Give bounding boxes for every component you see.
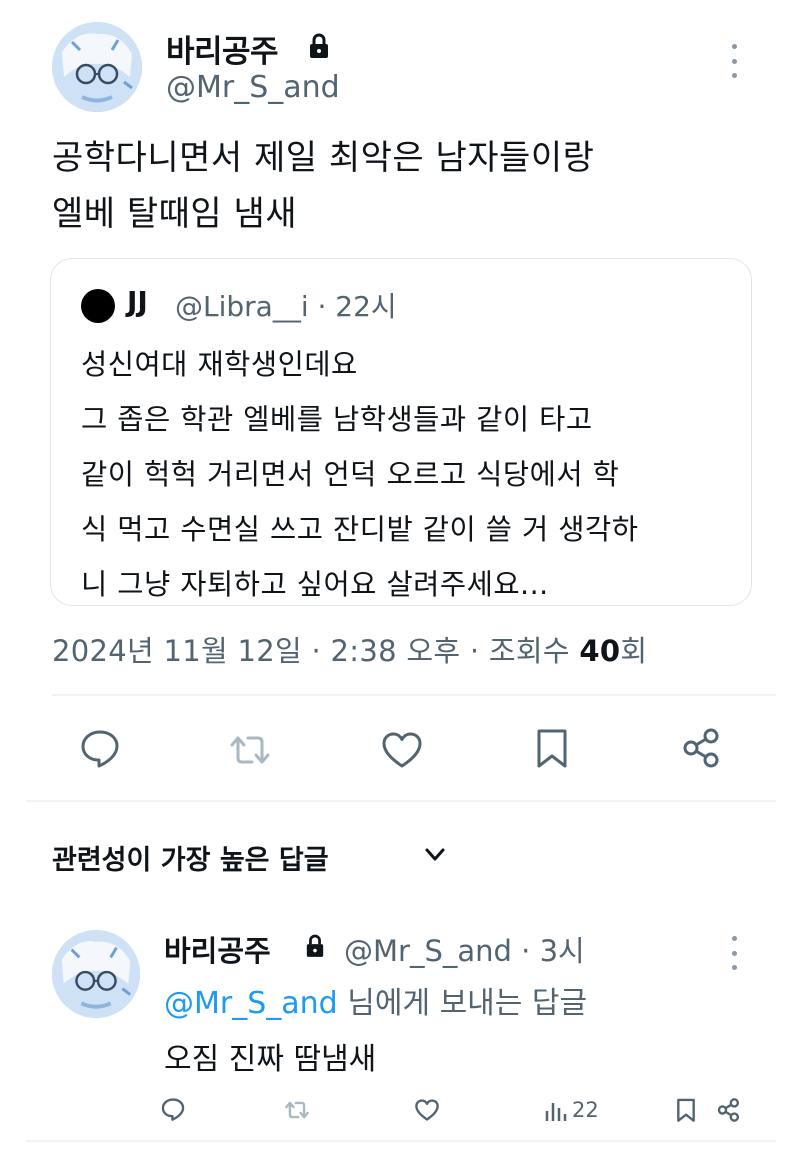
retweet-icon[interactable] xyxy=(284,1097,310,1123)
replying-to-suffix: 님에게 보내는 답글 xyxy=(337,986,588,1021)
divider xyxy=(26,1140,776,1142)
quoted-author-avatar xyxy=(81,289,115,323)
lock-icon xyxy=(310,33,328,58)
retweet-icon[interactable] xyxy=(228,728,272,772)
tweet-text-line: 공학다니면서 제일 최악은 남자들이랑 xyxy=(52,138,595,178)
bookmark-icon[interactable] xyxy=(530,726,574,770)
quoted-text-line: 성신여대 재학생인데요 xyxy=(81,348,358,381)
quoted-text-line: 니 그냥 자퇴하고 싶어요 살려주세요... xyxy=(81,568,549,601)
quoted-text-line: 그 좁은 학관 엘베를 남학생들과 같이 타고 xyxy=(81,403,593,436)
author-handle[interactable]: @Mr_S_and xyxy=(166,70,340,105)
replying-to: @Mr_S_and 님에게 보내는 답글 xyxy=(164,978,587,1022)
reply-icon[interactable] xyxy=(160,1096,186,1122)
author-avatar[interactable] xyxy=(52,22,142,112)
view-suffix: 회 xyxy=(620,634,648,668)
divider xyxy=(26,800,776,802)
reply-header: 바리공주 xyxy=(164,928,271,970)
reply-icon[interactable] xyxy=(78,726,122,770)
tweet-date-time[interactable]: 2024년 11월 12일 · 2:38 오후 · 조회수 xyxy=(52,634,570,668)
tweet-text: 공학다니면서 제일 최악은 남자들이랑 엘베 탈때임 냄새 xyxy=(52,130,772,242)
replying-to-handle[interactable]: @Mr_S_and xyxy=(164,986,338,1021)
lock-icon xyxy=(306,934,324,957)
quoted-author-meta: @Libra__i · 22시 xyxy=(175,290,397,323)
share-icon[interactable] xyxy=(716,1097,742,1123)
quoted-text-line: 같이 헉헉 거리면서 언덕 오르고 식당에서 학 xyxy=(81,458,620,491)
chevron-down-icon[interactable] xyxy=(424,846,446,864)
tweet-meta: 2024년 11월 12일 · 2:38 오후 · 조회수 40회 xyxy=(52,628,647,670)
view-count: 40 xyxy=(579,634,621,668)
divider xyxy=(52,694,776,696)
more-options-icon[interactable] xyxy=(729,44,739,78)
reply-view-count: 22 xyxy=(572,1098,599,1122)
quoted-author-name: JJ xyxy=(127,285,148,318)
more-options-icon[interactable] xyxy=(729,936,739,970)
reply-meta[interactable]: @Mr_S_and · 3시 xyxy=(344,928,585,970)
like-icon[interactable] xyxy=(414,1097,440,1123)
replies-sort-title[interactable]: 관련성이 가장 높은 답글 xyxy=(52,838,329,877)
tweet-text-line: 엘베 탈때임 냄새 xyxy=(52,194,298,234)
author-name[interactable]: 바리공주 xyxy=(166,26,279,71)
reply-author-name[interactable]: 바리공주 xyxy=(164,934,271,968)
views-icon[interactable] xyxy=(544,1097,568,1123)
share-icon[interactable] xyxy=(680,726,724,770)
quoted-tweet-text: 성신여대 재학생인데요 그 좁은 학관 엘베를 남학생들과 같이 타고 같이 헉… xyxy=(81,337,741,612)
quoted-text-line: 식 먹고 수면실 쓰고 잔디밭 같이 쓸 거 생각하 xyxy=(81,513,639,546)
like-icon[interactable] xyxy=(380,728,424,772)
reply-text: 오짐 진짜 땀냄새 xyxy=(164,1042,377,1077)
bookmark-icon[interactable] xyxy=(673,1097,699,1123)
reply-author-avatar[interactable] xyxy=(52,930,140,1018)
quoted-tweet-card[interactable]: JJ @Libra__i · 22시 성신여대 재학생인데요 그 좁은 학관 엘… xyxy=(50,258,752,606)
